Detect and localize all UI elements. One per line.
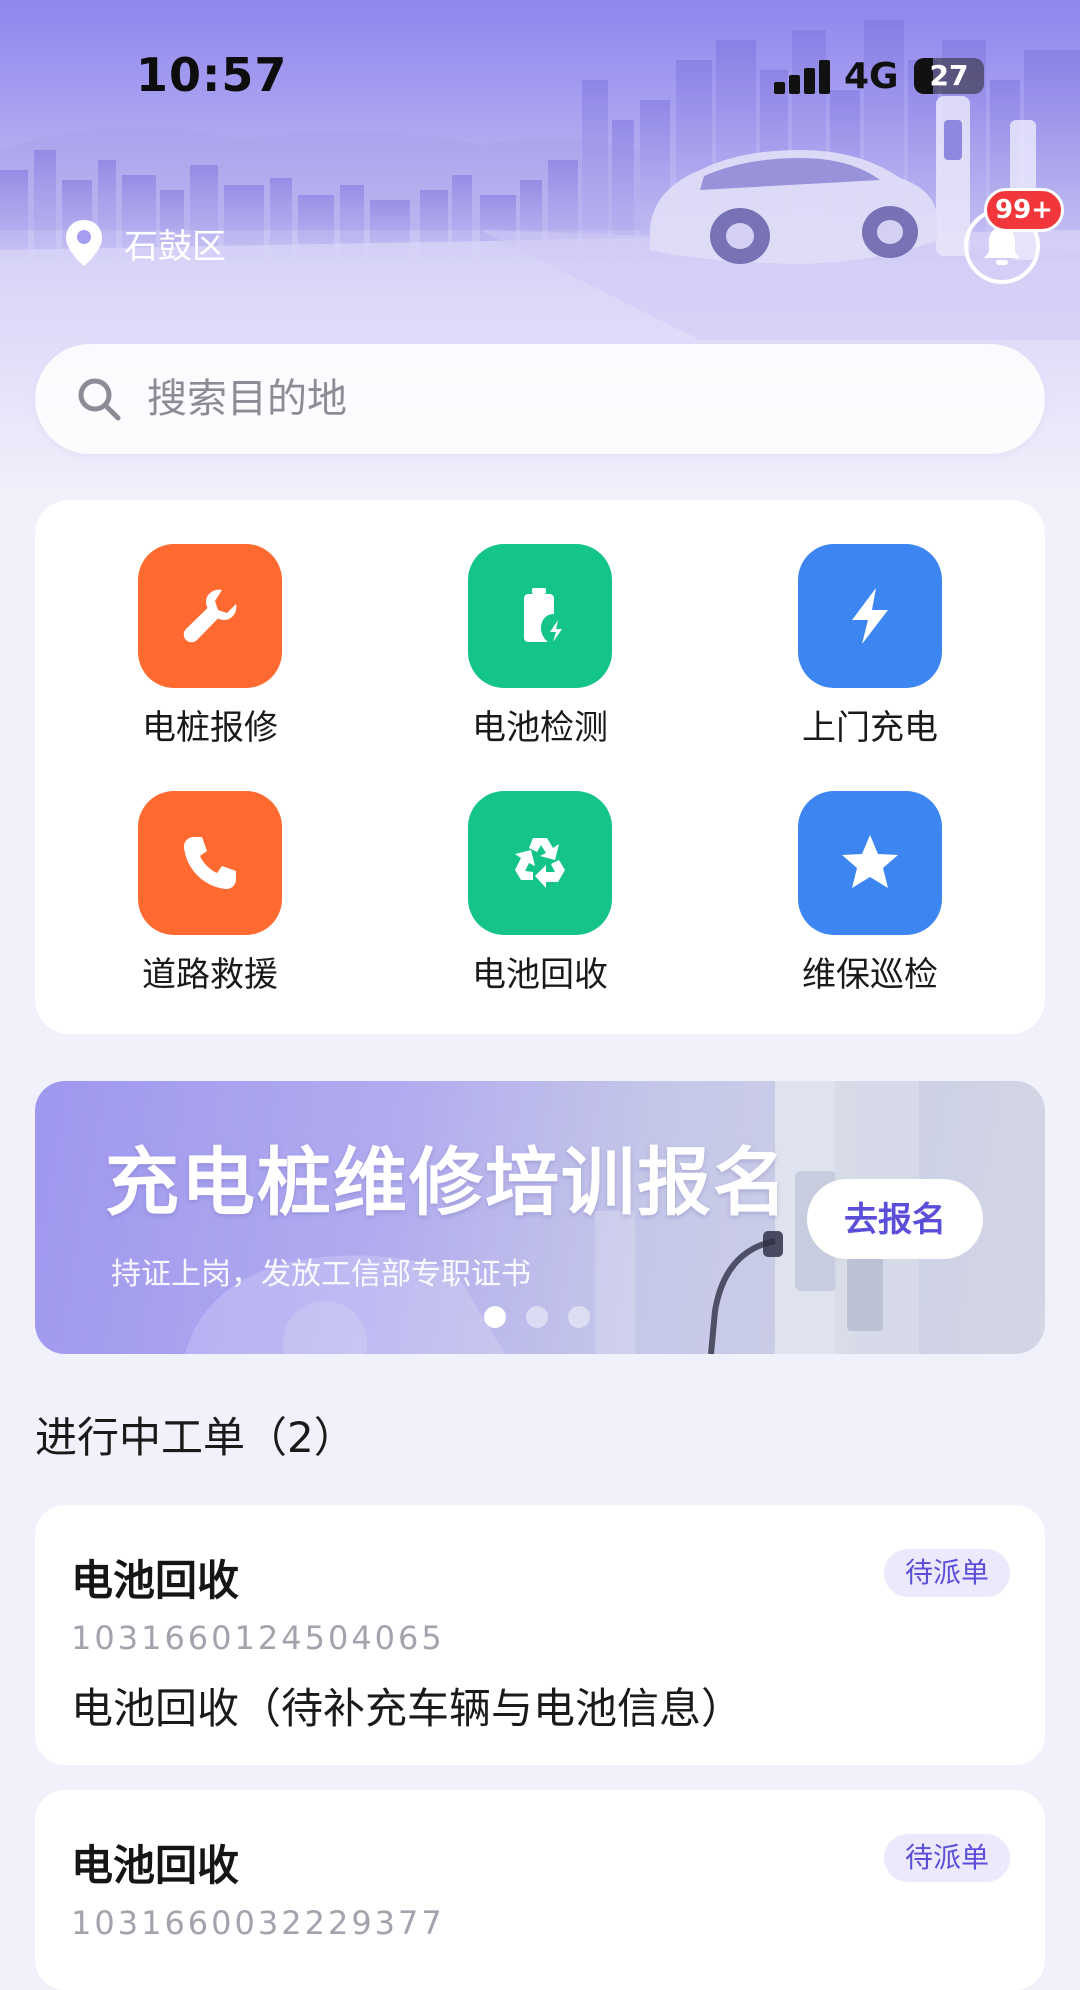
banner-subtitle: 持证上岗，发放工信部专职证书 bbox=[111, 1257, 531, 1292]
star-icon bbox=[798, 791, 942, 935]
service-battery-test[interactable]: 电池检测 bbox=[420, 544, 660, 754]
carousel-dot[interactable] bbox=[568, 1306, 590, 1328]
services-grid: 电桩报修 电池检测 上门充电 道路救援 电池回收 维保巡检 bbox=[35, 500, 1045, 1034]
banner-title: 充电桩维修培训报名 bbox=[105, 1140, 789, 1226]
order-number: 1031660124504065 bbox=[71, 1619, 445, 1657]
search-icon bbox=[75, 375, 123, 423]
battery-charge-icon bbox=[468, 544, 612, 688]
service-maintenance-inspection[interactable]: 维保巡检 bbox=[750, 791, 990, 1001]
battery-icon: 27 bbox=[914, 58, 984, 94]
service-label: 电池检测 bbox=[472, 708, 608, 748]
network-type: 4G bbox=[844, 56, 899, 97]
lightning-icon bbox=[798, 544, 942, 688]
order-card[interactable]: 电池回收 待派单 1031660124504065 电池回收（待补充车辆与电池信… bbox=[35, 1505, 1045, 1765]
service-label: 电池回收 bbox=[472, 955, 608, 995]
orders-section-title: 进行中工单（2） bbox=[35, 1413, 356, 1462]
order-description: 电池回收（待补充车辆与电池信息） bbox=[71, 1684, 744, 1733]
status-bar: 10:57 4G 27 bbox=[0, 0, 1080, 150]
battery-level: 27 bbox=[929, 59, 969, 92]
service-battery-recycle[interactable]: 电池回收 bbox=[420, 791, 660, 1001]
carousel-dot[interactable] bbox=[526, 1306, 548, 1328]
carousel-dot[interactable] bbox=[484, 1306, 506, 1328]
phone-icon bbox=[138, 791, 282, 935]
order-status-badge: 待派单 bbox=[884, 1834, 1010, 1882]
search-input[interactable] bbox=[145, 375, 949, 423]
order-card[interactable]: 电池回收 待派单 1031660032229377 bbox=[35, 1790, 1045, 1990]
order-number: 1031660032229377 bbox=[71, 1904, 445, 1942]
service-label: 上门充电 bbox=[802, 708, 938, 748]
recycle-icon bbox=[468, 791, 612, 935]
wrench-icon bbox=[138, 544, 282, 688]
service-label: 电桩报修 bbox=[142, 708, 278, 748]
register-button[interactable]: 去报名 bbox=[807, 1179, 983, 1259]
order-status-badge: 待派单 bbox=[884, 1549, 1010, 1597]
service-home-charging[interactable]: 上门充电 bbox=[750, 544, 990, 754]
search-bar[interactable] bbox=[35, 344, 1045, 454]
promo-banner[interactable]: 充电桩维修培训报名 持证上岗，发放工信部专职证书 去报名 bbox=[35, 1081, 1045, 1354]
service-road-rescue[interactable]: 道路救援 bbox=[90, 791, 330, 1001]
signal-strength-icon bbox=[774, 60, 830, 94]
location-pin-icon bbox=[66, 220, 102, 266]
service-label: 道路救援 bbox=[142, 955, 278, 995]
carousel-indicator bbox=[484, 1306, 590, 1328]
order-title: 电池回收 bbox=[71, 1556, 240, 1605]
notification-badge: 99+ bbox=[984, 188, 1064, 232]
service-label: 维保巡检 bbox=[802, 955, 938, 995]
location-selector[interactable]: 石鼓区 bbox=[64, 218, 226, 268]
order-title: 电池回收 bbox=[71, 1841, 240, 1890]
status-time: 10:57 bbox=[136, 48, 288, 102]
service-charger-repair[interactable]: 电桩报修 bbox=[90, 544, 330, 754]
location-label: 石鼓区 bbox=[124, 226, 226, 267]
